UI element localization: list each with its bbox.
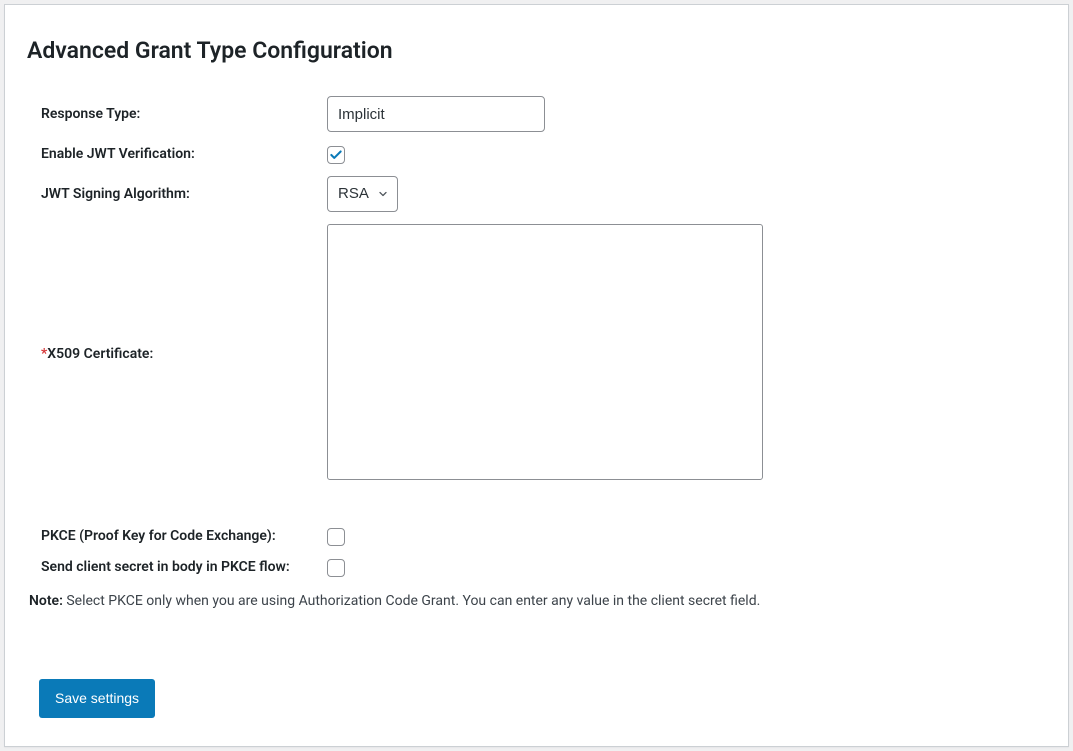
pkce-label: PKCE (Proof Key for Code Exchange): [27, 520, 327, 552]
pkce-checkbox[interactable] [327, 528, 345, 546]
page-title: Advanced Grant Type Configuration [27, 37, 1046, 64]
note-text: Select PKCE only when you are using Auth… [63, 593, 760, 609]
note-label: Note: [29, 593, 63, 609]
x509-certificate-textarea[interactable] [327, 224, 763, 480]
client-secret-body-label: Send client secret in body in PKCE flow: [27, 552, 327, 584]
pkce-note: Note: Select PKCE only when you are usin… [29, 593, 1046, 609]
save-settings-button[interactable]: Save settings [39, 679, 155, 717]
response-type-label: Response Type: [27, 90, 327, 138]
check-icon [329, 148, 343, 162]
response-type-input[interactable] [327, 96, 545, 132]
x509-label: X509 Certificate: [47, 346, 153, 362]
enable-jwt-label: Enable JWT Verification: [27, 138, 327, 170]
client-secret-body-checkbox[interactable] [327, 559, 345, 577]
jwt-alg-label: JWT Signing Algorithm: [27, 170, 327, 218]
settings-table: Response Type: Enable JWT Verification: … [27, 90, 1046, 583]
advanced-grant-type-panel: Advanced Grant Type Configuration Respon… [4, 4, 1069, 747]
enable-jwt-checkbox[interactable] [327, 146, 345, 164]
jwt-alg-select[interactable]: RSA [327, 176, 398, 212]
